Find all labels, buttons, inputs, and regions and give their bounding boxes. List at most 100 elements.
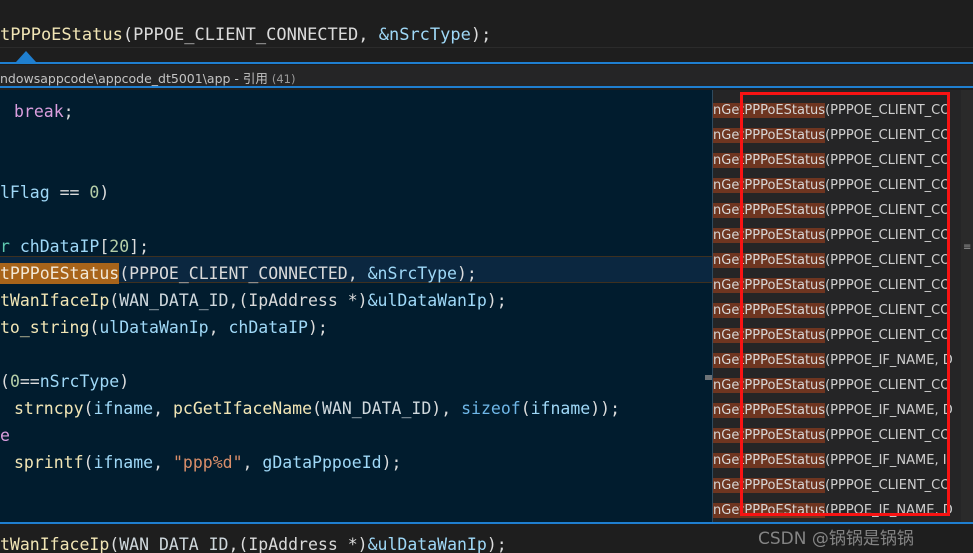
peek-view-title-bar[interactable]: ndowsappcode\appcode_dt5001\app - 引用 (41… <box>0 65 973 88</box>
code-token: tPPPoEStatus <box>0 25 123 45</box>
reference-result-row[interactable]: nGetPPPoEStatus(PPPOE_CLIENT_CO <box>713 98 961 123</box>
code-token: ( <box>520 399 531 418</box>
code-line[interactable]: tPPPoEStatus(PPPOE_CLIENT_CONNECTED, &nS… <box>0 260 477 287</box>
result-row-tail: (PPPOE_CLIENT_CO <box>825 153 951 168</box>
reference-result-row[interactable]: nGetPPPoEStatus(PPPOE_CLIENT_CO <box>713 123 961 148</box>
reference-result-row[interactable]: nGetPPPoEStatus(PPPOE_CLIENT_CO <box>713 198 961 223</box>
code-token: pcGetIfaceName <box>172 399 313 418</box>
code-token: , <box>358 25 379 45</box>
result-row-tail: (PPPOE_CLIENT_CO <box>825 228 951 243</box>
code-line[interactable]: to_string(ulDataWanIp, chDataIP); <box>0 314 328 341</box>
result-row-tail: (PPPOE_CLIENT_CO <box>825 203 951 218</box>
code-token: ulDataWanIp <box>99 318 209 337</box>
reference-result-row[interactable]: nGetPPPoEStatus(PPPOE_CLIENT_CO <box>713 273 961 298</box>
code-token: WAN_DATA_ID <box>119 535 229 553</box>
code-token: [ <box>99 237 110 256</box>
result-row-tail: (PPPOE_IF_NAME, D <box>825 353 953 368</box>
code-token: 20 <box>109 237 130 256</box>
code-token: ifname <box>93 453 154 472</box>
reference-result-row[interactable]: nGetPPPoEStatus(PPPOE_IF_NAME, D <box>713 398 961 423</box>
code-line[interactable]: e <box>0 422 10 449</box>
code-token: &nSrcType <box>378 25 471 45</box>
code-token: ); <box>486 535 507 553</box>
code-token: , <box>208 318 229 337</box>
code-token: tWanIfaceIp <box>0 535 110 553</box>
reference-results-list[interactable]: nGetPPPoEStatus(PPPOE_CLIENT_CO nGetPPPoE… <box>713 90 961 522</box>
match-token: nGetPPPoEStatus <box>713 453 826 468</box>
code-token: ( <box>119 264 130 283</box>
code-token: gDataPppoeId <box>262 453 382 472</box>
code-token: chDataIP <box>228 318 308 337</box>
code-line[interactable]: tWanIfaceIp(WAN_DATA_ID,(IpAddress *)&ul… <box>0 287 507 314</box>
scrollbar-grip-icon[interactable]: ≡ <box>963 243 971 253</box>
code-token: ( <box>83 453 94 472</box>
code-token: IpAddress <box>248 291 348 310</box>
code-token: break <box>14 102 64 121</box>
code-token: lFlag <box>0 183 60 202</box>
result-row-tail: (PPPOE_CLIENT_CO <box>825 278 951 293</box>
match-token: nGetPPPoEStatus <box>713 103 826 118</box>
result-row-tail: (PPPOE_IF_NAME, D <box>825 503 953 518</box>
code-line[interactable]: (0==nSrcType) <box>0 368 129 395</box>
peek-view-arrow-strip <box>0 48 973 65</box>
code-token: PPPOE_CLIENT_CONNECTED <box>129 264 348 283</box>
code-token: ( <box>122 25 134 45</box>
reference-result-row[interactable]: nGetPPPoEStatus(PPPOE_CLIENT_CO <box>713 473 961 498</box>
code-token: ); <box>307 318 328 337</box>
reference-result-row[interactable]: nGetPPPoEStatus(PPPOE_CLIENT_CO <box>713 248 961 273</box>
match-token: tPPPoEStatus <box>0 263 120 284</box>
code-token: tWanIfaceIp <box>0 291 110 310</box>
peek-references-screen: tPPPoEStatus(PPPOE_CLIENT_CONNECTED, &nS… <box>0 0 973 553</box>
match-token: nGetPPPoEStatus <box>713 428 826 443</box>
code-token: "ppp%d" <box>172 453 243 472</box>
code-token: ,( <box>228 291 249 310</box>
peek-code-preview-pane[interactable]: break; lFlag == 0) r chDataIP[20]; tPPPoESt… <box>0 90 712 522</box>
match-token: nGetPPPoEStatus <box>713 153 826 168</box>
reference-result-row[interactable]: nGetPPPoEStatus(PPPOE_CLIENT_CO <box>713 173 961 198</box>
match-token: nGetPPPoEStatus <box>713 203 826 218</box>
result-row-tail: (PPPOE_CLIENT_CO <box>825 478 951 493</box>
peek-view-body: break; lFlag == 0) r chDataIP[20]; tPPPoESt… <box>0 90 973 522</box>
reference-result-row[interactable]: nGetPPPoEStatus(PPPOE_IF_NAME, I <box>713 448 961 473</box>
peek-accent-rule <box>0 62 973 64</box>
code-token: , <box>347 264 368 283</box>
reference-result-row[interactable]: nGetPPPoEStatus(PPPOE_CLIENT_CO <box>713 373 961 398</box>
code-token: ), <box>431 399 462 418</box>
reference-result-row[interactable]: nGetPPPoEStatus(PPPOE_CLIENT_CO <box>713 298 961 323</box>
code-pane-scrollbar[interactable] <box>703 90 712 522</box>
code-line[interactable]: lFlag == 0) <box>0 179 109 206</box>
match-token: nGetPPPoEStatus <box>713 328 826 343</box>
reference-result-row[interactable]: nGetPPPoEStatus(PPPOE_CLIENT_CO <box>713 223 961 248</box>
code-token: strncpy <box>14 399 84 418</box>
result-row-tail: (PPPOE_IF_NAME, D <box>825 403 953 418</box>
results-list-scrollbar[interactable] <box>961 90 973 522</box>
result-row-tail: (PPPOE_CLIENT_CO <box>825 103 951 118</box>
code-token: chDataIP <box>19 237 100 256</box>
code-line[interactable]: sprintf(ifname, "ppp%d", gDataPppoeId); <box>14 449 401 476</box>
host-editor-top-line: tPPPoEStatus(PPPOE_CLIENT_CONNECTED, &nS… <box>0 0 973 48</box>
code-line[interactable]: break; <box>14 98 74 125</box>
reference-result-row[interactable]: nGetPPPoEStatus(PPPOE_IF_NAME, D <box>713 498 961 522</box>
code-line[interactable]: strncpy(ifname, pcGetIfaceName(WAN_DATA_… <box>14 395 620 422</box>
code-token: &ulDataWanIp <box>367 535 487 553</box>
code-token: *) <box>347 291 368 310</box>
match-token: nGetPPPoEStatus <box>713 478 826 493</box>
code-token: == <box>59 183 90 202</box>
code-token: e <box>0 426 10 445</box>
reference-result-row[interactable]: nGetPPPoEStatus(PPPOE_CLIENT_CO <box>713 148 961 173</box>
reference-result-row[interactable]: nGetPPPoEStatus(PPPOE_IF_NAME, D <box>713 348 961 373</box>
code-token: ( <box>312 399 322 418</box>
code-token: 0 <box>9 372 20 391</box>
match-token: nGetPPPoEStatus <box>713 303 826 318</box>
reference-result-row[interactable]: nGetPPPoEStatus(PPPOE_CLIENT_CO <box>713 423 961 448</box>
code-token: == <box>19 372 40 391</box>
match-token: nGetPPPoEStatus <box>713 178 826 193</box>
code-token: ( <box>0 372 10 391</box>
reference-result-row[interactable]: nGetPPPoEStatus(PPPOE_CLIENT_CO <box>713 323 961 348</box>
result-row-tail: (PPPOE_CLIENT_CO <box>825 378 951 393</box>
code-token: ]; <box>129 237 150 256</box>
code-token: ( <box>83 399 94 418</box>
code-token: &ulDataWanIp <box>367 291 487 310</box>
code-token: WAN_DATA_ID <box>321 399 432 418</box>
code-token: 0 <box>89 183 100 202</box>
